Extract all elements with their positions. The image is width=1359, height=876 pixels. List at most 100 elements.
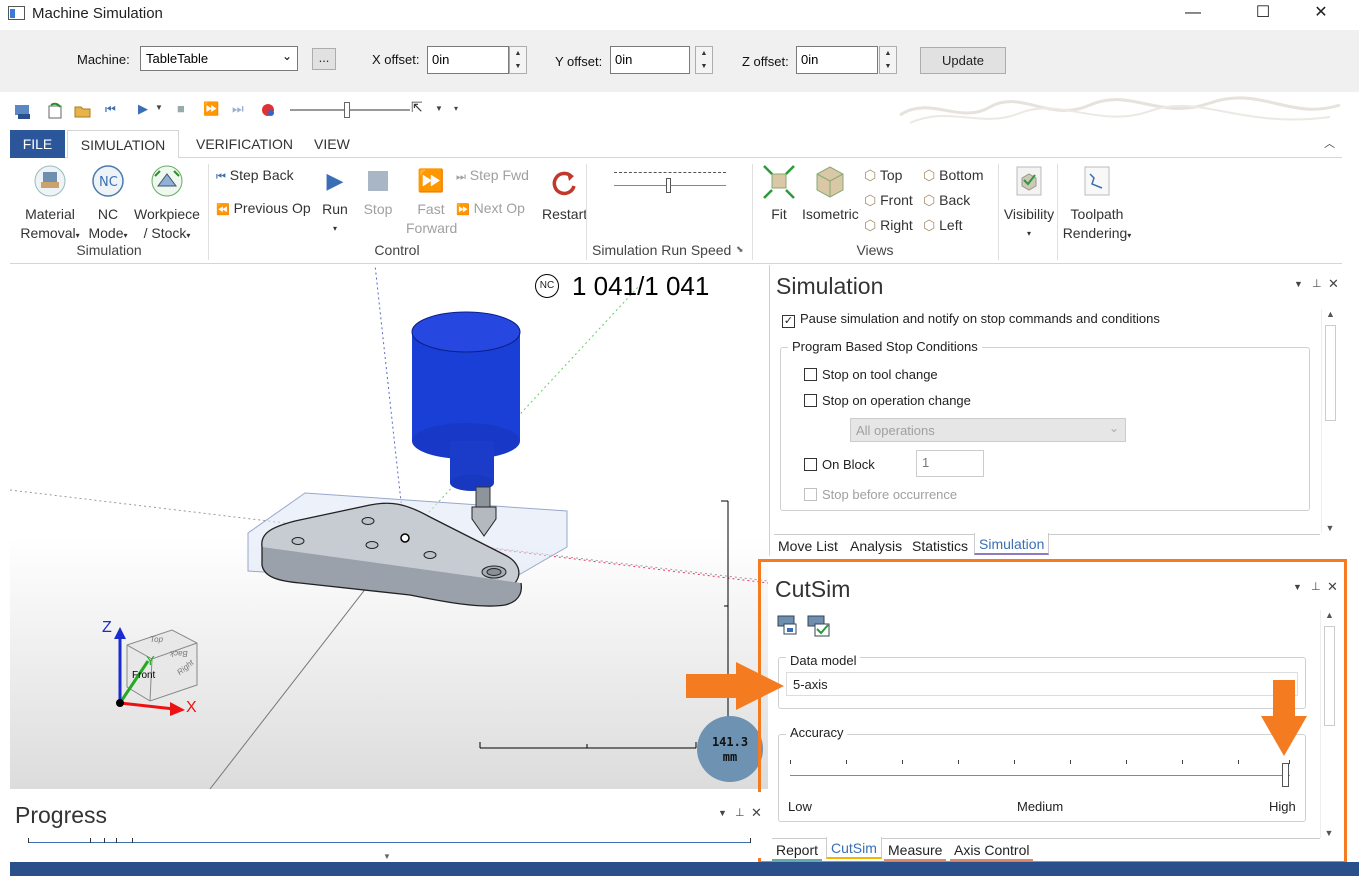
next-op-button[interactable]: ⏩ Next Op bbox=[456, 199, 525, 220]
close-button[interactable]: ✕ bbox=[1298, 0, 1344, 30]
tab-verification[interactable]: VERIFICATION bbox=[184, 130, 305, 158]
progress-panel: Progress ▼ ⊥ ✕ ▼ bbox=[10, 792, 768, 861]
speed-slider-small-thumb[interactable] bbox=[344, 102, 350, 118]
tab-analysis[interactable]: Analysis bbox=[846, 535, 906, 557]
x-offset-spinner[interactable]: ▲ ▼ bbox=[509, 46, 527, 74]
material-removal-label-1: Material bbox=[25, 206, 75, 222]
material-removal-button[interactable]: Material Removal▾ bbox=[18, 164, 82, 245]
before-occurrence-checkbox[interactable] bbox=[804, 488, 817, 504]
simulation-scrollbar[interactable]: ▲ ▼ bbox=[1321, 309, 1339, 533]
progress-timeline[interactable] bbox=[28, 842, 750, 843]
y-offset-input[interactable]: 0in bbox=[610, 46, 690, 74]
operations-select[interactable]: All operations ⌄ bbox=[850, 418, 1126, 442]
restart-button[interactable]: Restart bbox=[542, 166, 587, 224]
speed-slider-small[interactable] bbox=[290, 109, 410, 111]
previous-op-label: Previous Op bbox=[233, 200, 311, 216]
title-bar: Machine Simulation — ☐ ✕ bbox=[0, 0, 1359, 30]
stop-small-icon[interactable]: ■ bbox=[177, 101, 185, 116]
skip-end-icon[interactable]: ⏭ bbox=[232, 101, 244, 117]
cutsim-icon[interactable] bbox=[13, 102, 33, 120]
chevron-down-icon: ⌄ bbox=[1108, 421, 1119, 435]
cube-front-face[interactable]: Front bbox=[132, 670, 155, 681]
next-op-icon: ⏩ bbox=[456, 204, 470, 216]
view-left-button[interactable]: ⬡ Left bbox=[923, 216, 962, 235]
toolpath-rendering-button[interactable]: Toolpath Rendering▾ bbox=[1060, 164, 1134, 245]
tab-simulation-active[interactable]: Simulation bbox=[974, 533, 1050, 555]
x-offset-input[interactable]: 0in bbox=[427, 46, 509, 74]
view-top-button[interactable]: ⬡ Top bbox=[864, 166, 902, 185]
stop-button[interactable]: Stop bbox=[360, 166, 396, 219]
y-offset-spinner[interactable]: ▲ ▼ bbox=[695, 46, 713, 74]
machine-select[interactable]: TableTable ⌄ bbox=[140, 46, 298, 71]
browse-machine-button[interactable]: ... bbox=[312, 48, 336, 70]
step-back-button[interactable]: ⏮ Step Back bbox=[216, 166, 294, 187]
stop-label: Stop bbox=[363, 201, 393, 217]
tab-file[interactable]: FILE bbox=[10, 130, 65, 158]
scroll-down-icon[interactable]: ▼ bbox=[1322, 523, 1338, 533]
view-right-button[interactable]: ⬡ Right bbox=[864, 216, 913, 235]
nc-badge-icon: NC bbox=[535, 274, 559, 298]
fit-button[interactable]: Fit bbox=[760, 164, 798, 224]
step-fwd-button[interactable]: ⏭ Step Fwd bbox=[456, 166, 529, 187]
open-nc-icon[interactable] bbox=[73, 102, 93, 120]
play-dropdown-icon[interactable]: ▼ bbox=[155, 103, 163, 112]
minimize-button[interactable]: — bbox=[1170, 0, 1216, 30]
scroll-up-icon[interactable]: ▲ bbox=[1322, 309, 1339, 319]
tab-view[interactable]: VIEW bbox=[302, 130, 362, 158]
simulation-panel-tabs: Move List Analysis Statistics Simulation bbox=[774, 533, 1320, 557]
pause-checkbox[interactable]: ✓ bbox=[782, 312, 795, 328]
fast-forward-small-icon[interactable]: ⏩ bbox=[203, 101, 219, 117]
panel-close-icon[interactable]: ✕ bbox=[751, 805, 762, 821]
update-button[interactable]: Update bbox=[920, 47, 1006, 74]
speed-slider-thumb[interactable] bbox=[666, 178, 671, 193]
view-bottom-button[interactable]: ⬡ Bottom bbox=[923, 166, 983, 185]
block-number-input[interactable]: 1 bbox=[916, 450, 984, 477]
tool-change-checkbox[interactable] bbox=[804, 368, 817, 384]
tab-statistics[interactable]: Statistics bbox=[908, 535, 972, 557]
cube-back-face[interactable]: Back bbox=[170, 649, 188, 658]
pointer-dropdown-icon[interactable]: ▼ bbox=[435, 104, 443, 113]
tab-simulation[interactable]: SIMULATION bbox=[67, 130, 179, 159]
previous-op-icon: ⏪ bbox=[216, 204, 230, 216]
isometric-button[interactable]: Isometric bbox=[802, 164, 859, 224]
run-button[interactable]: ▶ Run ▾ bbox=[318, 166, 352, 238]
tab-move-list[interactable]: Move List bbox=[774, 535, 842, 557]
visibility-button[interactable]: Visibility ▾ bbox=[1003, 164, 1055, 243]
previous-op-button[interactable]: ⏪ Previous Op bbox=[216, 199, 311, 220]
3d-viewport[interactable]: NC 1 041/1 041 Z X Y Front Top Back Righ… bbox=[10, 265, 768, 789]
reset-icon[interactable] bbox=[46, 102, 64, 120]
pin-icon[interactable]: ⊥ bbox=[735, 806, 745, 819]
isometric-icon bbox=[816, 166, 844, 198]
operation-change-checkbox[interactable] bbox=[804, 394, 817, 410]
panel-menu-icon[interactable]: ▼ bbox=[718, 808, 727, 818]
scale-indicator: 141.3 mm bbox=[697, 716, 763, 782]
cube-top-face[interactable]: Top bbox=[150, 635, 163, 644]
workpiece-stock-button[interactable]: Workpiece / Stock▾ bbox=[134, 164, 200, 245]
panel-close-icon[interactable]: ✕ bbox=[1328, 276, 1339, 292]
material-removal-icon bbox=[34, 165, 66, 197]
collapse-ribbon-icon[interactable]: ︿ bbox=[1324, 135, 1335, 151]
maximize-button[interactable]: ☐ bbox=[1240, 0, 1286, 30]
z-offset-input[interactable]: 0in bbox=[796, 46, 878, 74]
machine-value: TableTable bbox=[146, 51, 209, 66]
view-back-button[interactable]: ⬡ Back bbox=[923, 191, 970, 210]
panel-menu-icon[interactable]: ▼ bbox=[1294, 279, 1303, 289]
axis-z-label: Z bbox=[102, 619, 112, 636]
pointer-icon[interactable]: ⇱ bbox=[411, 99, 423, 116]
z-offset-spinner[interactable]: ▲ ▼ bbox=[879, 46, 897, 74]
customize-toolbar-icon[interactable]: ▾ bbox=[454, 104, 458, 113]
rewind-icon[interactable]: ⏮ bbox=[105, 102, 116, 117]
color-settings-icon[interactable] bbox=[260, 102, 276, 118]
view-front-button[interactable]: ⬡ Front bbox=[864, 191, 913, 210]
dialog-launcher-icon[interactable]: ⬊ bbox=[736, 244, 744, 255]
pin-icon[interactable]: ⊥ bbox=[1312, 277, 1322, 290]
on-block-checkbox[interactable] bbox=[804, 458, 817, 474]
scroll-thumb[interactable] bbox=[1325, 325, 1336, 421]
play-icon[interactable]: ▶ bbox=[138, 101, 148, 117]
nc-mode-button[interactable]: NC NC Mode▾ bbox=[86, 164, 130, 245]
fast-forward-button[interactable]: ⏩ Fast Forward bbox=[406, 166, 457, 238]
status-bar bbox=[10, 862, 1359, 876]
chevron-down-icon[interactable]: ▼ bbox=[383, 852, 391, 861]
nc-icon: NC bbox=[92, 165, 124, 197]
toolpath-label-2: Rendering▾ bbox=[1062, 225, 1132, 241]
